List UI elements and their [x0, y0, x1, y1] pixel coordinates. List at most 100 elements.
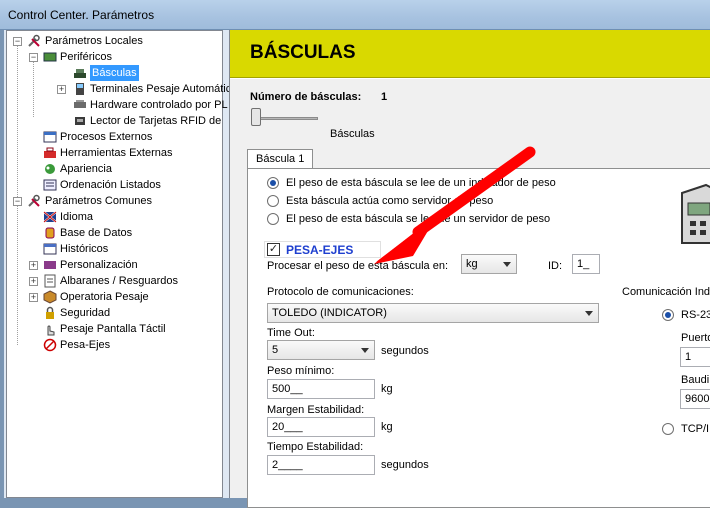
timeout-unit: segundos: [381, 345, 429, 357]
collapse-icon[interactable]: −: [29, 53, 38, 62]
indicator-device-icon: [681, 183, 710, 244]
radio-lee-servidor[interactable]: [267, 213, 279, 225]
tree-item-label: Pesaje Pantalla Táctil: [60, 323, 166, 335]
margen-unit: kg: [381, 421, 393, 433]
tree-item-label: Apariencia: [60, 163, 112, 175]
card-reader-icon: [75, 117, 85, 125]
protocol-label: Protocolo de comunicaciones:: [267, 286, 414, 298]
tab-bascula-1[interactable]: Báscula 1: [247, 149, 314, 168]
num-basculas-value: 1: [381, 91, 388, 103]
lock-icon: [46, 306, 54, 319]
expand-icon[interactable]: +: [29, 277, 38, 286]
radio-indicador[interactable]: [267, 177, 279, 189]
protocol-select-value: TOLEDO (INDICATOR): [272, 307, 387, 319]
radio-servidor[interactable]: [267, 195, 279, 207]
tree-item-label: Procesos Externos: [60, 131, 153, 143]
baud-input[interactable]: 9600: [680, 389, 710, 409]
tiempo-unit: segundos: [381, 459, 429, 471]
calendar-icon: [43, 243, 57, 255]
tree-item-label: Personalización: [60, 259, 138, 271]
tree-item-label: Base de Datos: [60, 227, 133, 239]
unit-select-value: kg: [466, 258, 478, 270]
radio-tcpip[interactable]: [662, 423, 674, 435]
settings-tree[interactable]: − Parámetros Locales − Periféricos Báscu…: [6, 30, 231, 498]
id-value: 1_: [577, 258, 590, 270]
touch-icon: [47, 325, 55, 336]
database-icon: [45, 227, 55, 239]
expand-icon[interactable]: +: [29, 293, 38, 302]
terminal-icon: [76, 83, 84, 95]
margen-input[interactable]: 20___: [267, 417, 375, 437]
tiempo-value: 2____: [272, 459, 303, 471]
unit-select[interactable]: kg: [461, 254, 517, 274]
timeout-select-value: 5: [272, 344, 279, 356]
expand-icon[interactable]: +: [57, 85, 66, 94]
tree-item-label: Básculas: [90, 65, 139, 81]
tree-item-label: Históricos: [60, 243, 109, 255]
sort-list-icon: [43, 179, 57, 191]
timeout-label: Time Out:: [267, 327, 315, 339]
pesa-ejes-checkbox[interactable]: ✓: [267, 243, 280, 256]
expand-icon[interactable]: +: [29, 261, 38, 270]
settings-panel: BÁSCULAS Número de básculas: 1 Básculas …: [229, 30, 710, 508]
slider-caption: Básculas: [330, 128, 375, 140]
tools-icon: [28, 34, 40, 47]
toolbox-icon: [44, 147, 56, 158]
rs232-label: RS-23: [681, 309, 710, 321]
peso-min-value: 500__: [272, 383, 303, 395]
puerto-input[interactable]: 1: [680, 347, 710, 367]
scale-icon: [74, 69, 86, 78]
protocol-select[interactable]: TOLEDO (INDICATOR): [267, 303, 599, 323]
document-icon: [44, 274, 56, 288]
title-bar: Control Center. Parámetros: [0, 0, 710, 30]
peso-min-unit: kg: [381, 383, 393, 395]
tab-content: El peso de esta báscula se lee de un ind…: [247, 168, 710, 508]
tree-item-label: Parámetros Comunes: [45, 195, 152, 207]
id-input[interactable]: 1_: [572, 254, 600, 274]
baud-value: 9600: [685, 393, 710, 405]
basculas-slider-handle[interactable]: [251, 108, 261, 126]
basculas-slider-track[interactable]: [252, 117, 318, 120]
puerto-value: 1: [685, 351, 692, 363]
window-icon: [43, 131, 57, 143]
pesa-ejes-checkbox-row[interactable]: ✓ PESA-EJES: [264, 241, 381, 258]
chevron-down-icon: [361, 348, 369, 353]
panel-header: BÁSCULAS: [230, 30, 710, 78]
appearance-icon: [45, 164, 55, 174]
tree-item-label: Idioma: [60, 211, 94, 223]
page-title: BÁSCULAS: [250, 42, 356, 63]
collapse-icon[interactable]: −: [13, 37, 22, 46]
margen-label: Margen Estabilidad:: [267, 404, 365, 416]
tree-item-label: Herramientas Externas: [60, 147, 173, 159]
cube-icon: [43, 290, 57, 304]
id-label: ID:: [548, 260, 563, 272]
tree-item-label: Hardware controlado por PL: [90, 99, 228, 111]
tree-item-label: Parámetros Locales: [45, 35, 143, 47]
puerto-label: Puerto: [681, 332, 710, 344]
tiempo-label: Tiempo Estabilidad:: [267, 441, 364, 453]
tree-item-label: Seguridad: [60, 307, 111, 319]
tree-item-label: Pesa-Ejes: [60, 339, 111, 351]
hardware-icon: [74, 100, 86, 108]
tiempo-input[interactable]: 2____: [267, 455, 375, 475]
tree-item-label: Ordenación Listados: [60, 179, 161, 191]
tcpip-label: TCP/I: [681, 423, 710, 435]
timeout-select[interactable]: 5: [267, 340, 375, 360]
monitor-icon: [43, 52, 57, 62]
flag-icon: [43, 211, 57, 223]
panel-body: Número de básculas: 1 Básculas Báscula 1…: [230, 79, 710, 508]
chevron-down-icon: [503, 262, 511, 267]
radio-lee-servidor-label: El peso de esta báscula se lee de un ser…: [286, 213, 551, 225]
peso-min-input[interactable]: 500__: [267, 379, 375, 399]
peso-min-label: Peso mínimo:: [267, 365, 335, 377]
pesa-ejes-label: PESA-EJES: [286, 243, 354, 257]
tools-icon: [28, 194, 40, 207]
axle-weigh-icon: [43, 338, 57, 352]
tree-item-label: Lector de Tarjetas RFID de: [90, 115, 222, 127]
palette-icon: [44, 261, 56, 269]
baud-label: Baudi: [681, 374, 710, 386]
collapse-icon[interactable]: −: [13, 197, 22, 206]
radio-rs232[interactable]: [662, 309, 674, 321]
tree-item-label: Terminales Pesaje Automátic: [90, 83, 232, 95]
chevron-down-icon: [585, 311, 593, 316]
